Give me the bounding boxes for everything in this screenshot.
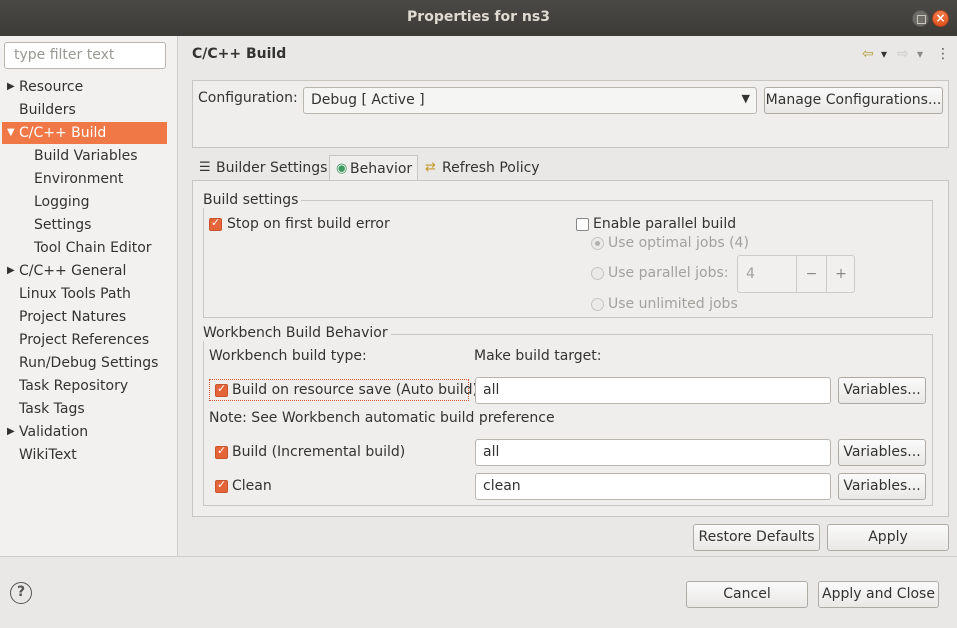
incremental-variables-button[interactable]: Variables...	[838, 439, 926, 466]
behavior-icon: ◉	[336, 161, 348, 176]
expand-arrow-icon[interactable]: ▶	[7, 76, 15, 98]
parallel-jobs-value[interactable]: 4	[746, 266, 755, 282]
enable-parallel-checkbox[interactable]	[576, 218, 589, 231]
configuration-label: Configuration:	[198, 90, 298, 106]
expand-arrow-icon[interactable]: ▶	[7, 260, 15, 282]
tree-item-project-references[interactable]: Project References	[19, 329, 149, 351]
configuration-value: Debug [ Active ]	[311, 92, 425, 108]
decrement-button[interactable]: −	[796, 256, 826, 292]
tab-behavior[interactable]: ◉ Behavior	[329, 155, 418, 181]
footer-divider	[0, 556, 957, 557]
tree-item-linux-tools-path[interactable]: Linux Tools Path	[19, 283, 131, 305]
unlimited-jobs-radio[interactable]	[591, 298, 604, 311]
clean-label: Clean	[232, 478, 272, 494]
make-target-label: Make build target:	[474, 348, 602, 364]
maximize-icon[interactable]	[912, 10, 929, 27]
tree-item-validation[interactable]: ▶ Validation	[7, 421, 88, 443]
tree-item-task-repository[interactable]: Task Repository	[19, 375, 128, 397]
auto-build-variables-button[interactable]: Variables...	[838, 377, 926, 404]
parallel-jobs-label: Use parallel jobs:	[608, 265, 729, 281]
collapse-arrow-icon[interactable]: ▼	[7, 122, 15, 144]
tree-item-logging[interactable]: Logging	[34, 191, 90, 213]
tree-item-cc-build[interactable]: ▼ C/C++ Build	[2, 122, 167, 144]
parallel-jobs-radio[interactable]	[591, 267, 604, 280]
tree-item-run-debug-settings[interactable]: Run/Debug Settings	[19, 352, 158, 374]
tree-item-wikitext[interactable]: WikiText	[19, 444, 77, 466]
enable-parallel-label: Enable parallel build	[593, 216, 737, 232]
tree-item-build-variables[interactable]: Build Variables	[34, 145, 138, 167]
tree-item-builders[interactable]: Builders	[19, 99, 76, 121]
help-icon[interactable]: ?	[10, 582, 32, 604]
back-arrow-icon[interactable]: ⇦	[862, 46, 874, 62]
auto-build-label: Build on resource save (Auto build)	[232, 382, 479, 398]
restore-defaults-button[interactable]: Restore Defaults	[693, 524, 820, 551]
tree-item-resource[interactable]: ▶ Resource	[7, 76, 83, 98]
close-icon[interactable]: ×	[932, 10, 949, 27]
parallel-jobs-stepper[interactable]: 4 − +	[737, 255, 855, 293]
optimal-jobs-radio[interactable]	[591, 237, 604, 250]
filter-input[interactable]: type filter text	[4, 42, 166, 69]
clean-variables-button[interactable]: Variables...	[838, 473, 926, 500]
tree-item-tool-chain-editor[interactable]: Tool Chain Editor	[34, 237, 152, 259]
forward-arrow-icon[interactable]: ⇨	[897, 46, 909, 62]
expand-arrow-icon[interactable]: ▶	[7, 421, 15, 443]
tab-refresh-policy[interactable]: ⇄ Refresh Policy	[422, 155, 540, 181]
tree-item-cc-general[interactable]: ▶ C/C++ General	[7, 260, 126, 282]
forward-dropdown-icon[interactable]: ▾	[917, 47, 923, 61]
build-settings-legend: Build settings	[203, 192, 302, 208]
build-type-label: Workbench build type:	[209, 348, 367, 364]
refresh-policy-icon: ⇄	[425, 160, 436, 175]
tree-item-settings[interactable]: Settings	[34, 214, 91, 236]
clean-checkbox[interactable]	[215, 478, 228, 493]
clean-target-input[interactable]: clean	[475, 473, 831, 500]
tree-item-project-natures[interactable]: Project Natures	[19, 306, 126, 328]
stop-on-error-checkbox[interactable]	[209, 216, 222, 231]
apply-and-close-button[interactable]: Apply and Close	[818, 581, 939, 608]
builder-settings-icon: ☰	[199, 160, 211, 175]
incremental-target-input[interactable]: all	[475, 439, 831, 466]
cancel-button[interactable]: Cancel	[686, 581, 808, 608]
stop-on-error-label: Stop on first build error	[227, 216, 390, 232]
back-dropdown-icon[interactable]: ▾	[881, 47, 887, 61]
auto-build-target-input[interactable]: all	[475, 377, 831, 404]
workbench-note: Note: See Workbench automatic build pref…	[209, 410, 555, 426]
tree-item-environment[interactable]: Environment	[34, 168, 123, 190]
chevron-down-icon: ▼	[741, 92, 750, 105]
increment-button[interactable]: +	[826, 256, 855, 292]
window-title: Properties for ns3	[407, 9, 550, 25]
tree-item-task-tags[interactable]: Task Tags	[19, 398, 85, 420]
workbench-build-legend: Workbench Build Behavior	[203, 325, 391, 341]
optimal-jobs-label: Use optimal jobs (4)	[608, 235, 749, 251]
apply-button[interactable]: Apply	[827, 524, 949, 551]
manage-configurations-button[interactable]: Manage Configurations...	[764, 87, 943, 114]
unlimited-jobs-label: Use unlimited jobs	[608, 296, 738, 312]
incremental-build-checkbox[interactable]	[215, 444, 228, 459]
title-bar: Properties for ns3 ×	[0, 0, 957, 36]
page-title: C/C++ Build	[192, 46, 287, 62]
view-menu-icon[interactable]: ⋮	[936, 46, 950, 62]
auto-build-checkbox[interactable]	[215, 382, 228, 397]
tab-builder-settings[interactable]: ☰ Builder Settings	[196, 155, 327, 181]
incremental-build-label: Build (Incremental build)	[232, 444, 406, 460]
configuration-select[interactable]: Debug [ Active ] ▼	[303, 87, 757, 114]
